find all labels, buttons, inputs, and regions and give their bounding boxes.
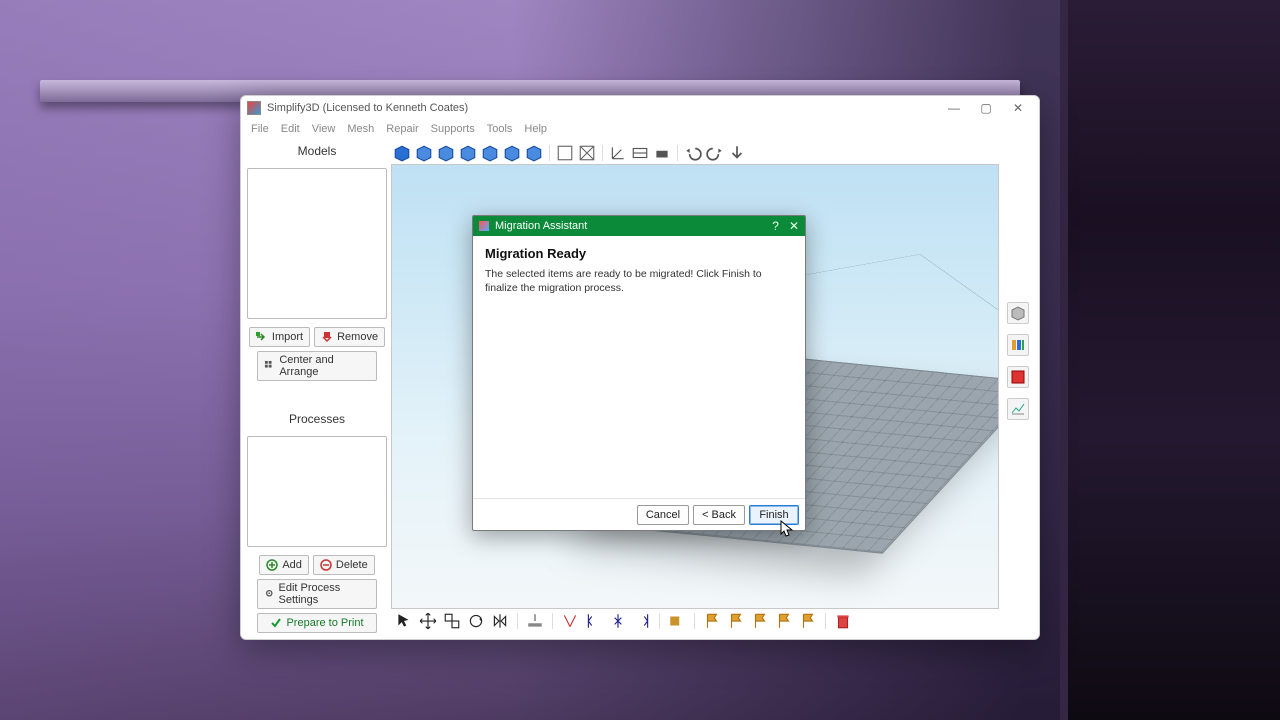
view-back-icon[interactable] bbox=[415, 144, 433, 162]
migration-assistant-dialog: Migration Assistant ? ✕ Migration Ready … bbox=[472, 215, 806, 531]
align-center-icon[interactable] bbox=[609, 612, 627, 630]
cancel-button[interactable]: Cancel bbox=[637, 505, 689, 525]
import-label: Import bbox=[272, 331, 303, 343]
dock-preview-icon[interactable] bbox=[1007, 366, 1029, 388]
window-minimize-button[interactable]: — bbox=[939, 98, 969, 118]
edit-process-label: Edit Process Settings bbox=[279, 582, 371, 606]
window-maximize-button[interactable]: ▢ bbox=[971, 98, 1001, 118]
section-view-icon[interactable] bbox=[631, 144, 649, 162]
dialog-heading: Migration Ready bbox=[485, 246, 793, 261]
dialog-close-button[interactable]: ✕ bbox=[789, 219, 799, 233]
separate-shells-icon[interactable] bbox=[561, 612, 579, 630]
right-dock bbox=[1003, 142, 1033, 633]
window-title: Simplify3D (Licensed to Kenneth Coates) bbox=[267, 102, 468, 114]
view-bottom-icon[interactable] bbox=[503, 144, 521, 162]
remove-icon bbox=[321, 331, 333, 343]
back-button[interactable]: < Back bbox=[693, 505, 745, 525]
import-icon bbox=[256, 331, 268, 343]
group-icon[interactable] bbox=[668, 612, 686, 630]
align-right-icon[interactable] bbox=[633, 612, 651, 630]
gear-icon bbox=[264, 588, 275, 600]
flag-1-icon[interactable] bbox=[703, 612, 721, 630]
remove-button[interactable]: Remove bbox=[314, 327, 385, 347]
add-label: Add bbox=[282, 559, 302, 571]
prepare-print-label: Prepare to Print bbox=[286, 617, 363, 629]
dock-layers-icon[interactable] bbox=[1007, 334, 1029, 356]
menu-file[interactable]: File bbox=[251, 123, 269, 135]
edit-process-button[interactable]: Edit Process Settings bbox=[257, 579, 377, 609]
processes-panel-title: Processes bbox=[247, 410, 387, 428]
add-icon bbox=[266, 559, 278, 571]
view-top-icon[interactable] bbox=[481, 144, 499, 162]
view-iso-icon[interactable] bbox=[525, 144, 543, 162]
trash-icon[interactable] bbox=[834, 612, 852, 630]
mirror-icon[interactable] bbox=[491, 612, 509, 630]
coord-axes-icon[interactable] bbox=[609, 144, 627, 162]
dialog-title: Migration Assistant bbox=[495, 220, 587, 232]
view-left-icon[interactable] bbox=[437, 144, 455, 162]
remove-label: Remove bbox=[337, 331, 378, 343]
menubar: File Edit View Mesh Repair Supports Tool… bbox=[241, 120, 1039, 138]
delete-icon bbox=[320, 559, 332, 571]
selection-toolbar bbox=[391, 609, 999, 633]
place-surface-icon[interactable] bbox=[526, 612, 544, 630]
dialog-body: Migration Ready The selected items are r… bbox=[473, 236, 805, 498]
center-arrange-label: Center and Arrange bbox=[279, 354, 370, 378]
flag-2-icon[interactable] bbox=[727, 612, 745, 630]
view-wire-icon[interactable] bbox=[556, 144, 574, 162]
window-close-button[interactable]: ✕ bbox=[1003, 98, 1033, 118]
background-cabinet bbox=[1060, 0, 1280, 720]
view-front-icon[interactable] bbox=[393, 144, 411, 162]
scale-icon[interactable] bbox=[443, 612, 461, 630]
menu-view[interactable]: View bbox=[312, 123, 336, 135]
models-panel-title: Models bbox=[247, 142, 387, 160]
models-list[interactable] bbox=[247, 168, 387, 319]
menu-mesh[interactable]: Mesh bbox=[347, 123, 374, 135]
view-solid-icon[interactable] bbox=[578, 144, 596, 162]
align-left-icon[interactable] bbox=[585, 612, 603, 630]
dialog-help-button[interactable]: ? bbox=[772, 219, 779, 233]
menu-tools[interactable]: Tools bbox=[487, 123, 513, 135]
mouse-cursor bbox=[780, 520, 794, 538]
dialog-titlebar[interactable]: Migration Assistant ? ✕ bbox=[473, 216, 805, 236]
menu-edit[interactable]: Edit bbox=[281, 123, 300, 135]
prepare-print-button[interactable]: Prepare to Print bbox=[257, 613, 377, 633]
drop-down-icon[interactable] bbox=[728, 144, 746, 162]
undo-icon[interactable] bbox=[684, 144, 702, 162]
menu-help[interactable]: Help bbox=[524, 123, 547, 135]
center-arrange-icon bbox=[264, 360, 275, 372]
flag-3-icon[interactable] bbox=[751, 612, 769, 630]
delete-process-button[interactable]: Delete bbox=[313, 555, 375, 575]
add-process-button[interactable]: Add bbox=[259, 555, 309, 575]
dialog-footer: Cancel < Back Finish bbox=[473, 498, 805, 530]
rotate-icon[interactable] bbox=[467, 612, 485, 630]
delete-label: Delete bbox=[336, 559, 368, 571]
import-button[interactable]: Import bbox=[249, 327, 310, 347]
flag-4-icon[interactable] bbox=[775, 612, 793, 630]
move-icon[interactable] bbox=[419, 612, 437, 630]
dialog-app-icon bbox=[479, 221, 489, 231]
machine-icon[interactable] bbox=[653, 144, 671, 162]
view-toolbar bbox=[391, 142, 999, 164]
menu-repair[interactable]: Repair bbox=[386, 123, 418, 135]
center-arrange-button[interactable]: Center and Arrange bbox=[257, 351, 377, 381]
dock-model-icon[interactable] bbox=[1007, 302, 1029, 324]
view-right-icon[interactable] bbox=[459, 144, 477, 162]
processes-list[interactable] bbox=[247, 436, 387, 547]
dialog-message: The selected items are ready to be migra… bbox=[485, 267, 785, 295]
select-arrow-icon[interactable] bbox=[395, 612, 413, 630]
flag-5-icon[interactable] bbox=[799, 612, 817, 630]
window-titlebar[interactable]: Simplify3D (Licensed to Kenneth Coates) … bbox=[241, 96, 1039, 120]
menu-supports[interactable]: Supports bbox=[431, 123, 475, 135]
check-icon bbox=[270, 617, 282, 629]
left-panel: Models Import Remove bbox=[247, 142, 387, 633]
redo-icon[interactable] bbox=[706, 144, 724, 162]
app-icon bbox=[247, 101, 261, 115]
dock-chart-icon[interactable] bbox=[1007, 398, 1029, 420]
